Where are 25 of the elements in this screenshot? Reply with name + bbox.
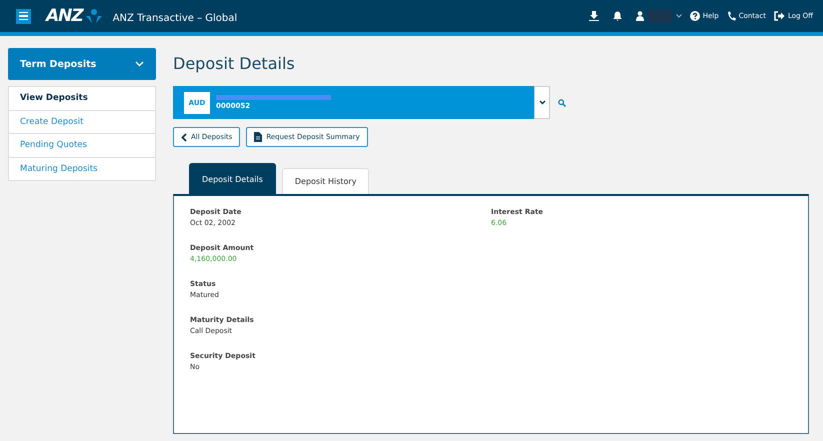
- sidebar-item[interactable]: Maturing Deposits: [9, 158, 155, 180]
- search-icon[interactable]: [558, 98, 566, 106]
- download-icon[interactable]: [588, 11, 599, 21]
- dropdown-button[interactable]: [534, 86, 550, 119]
- bell-icon[interactable]: [612, 11, 622, 21]
- caret-icon: [538, 100, 546, 105]
- logo: ANZ: [46, 6, 83, 26]
- menu-button[interactable]: [16, 8, 31, 24]
- exit-icon: [774, 11, 785, 21]
- redacted-username: [648, 9, 672, 23]
- document-icon: [254, 132, 262, 142]
- logo-icon: [84, 8, 103, 24]
- app-title: ANZ Transactive – Global: [112, 12, 238, 24]
- help-icon: [690, 11, 700, 21]
- tab[interactable]: Deposit History: [282, 168, 370, 194]
- tab[interactable]: Deposit Details: [189, 163, 276, 194]
- sidebar-item[interactable]: View Deposits: [9, 87, 155, 110]
- sidebar-item[interactable]: Create Deposit: [9, 110, 155, 134]
- phone-icon: [726, 11, 736, 21]
- page-title: Deposit Details: [173, 54, 296, 74]
- section-header[interactable]: Term Deposits: [8, 48, 156, 80]
- caret-icon[interactable]: [676, 14, 682, 18]
- sidebar-item[interactable]: Pending Quotes: [9, 134, 155, 158]
- chevron-left-icon: [181, 132, 187, 142]
- user-icon[interactable]: [636, 11, 644, 21]
